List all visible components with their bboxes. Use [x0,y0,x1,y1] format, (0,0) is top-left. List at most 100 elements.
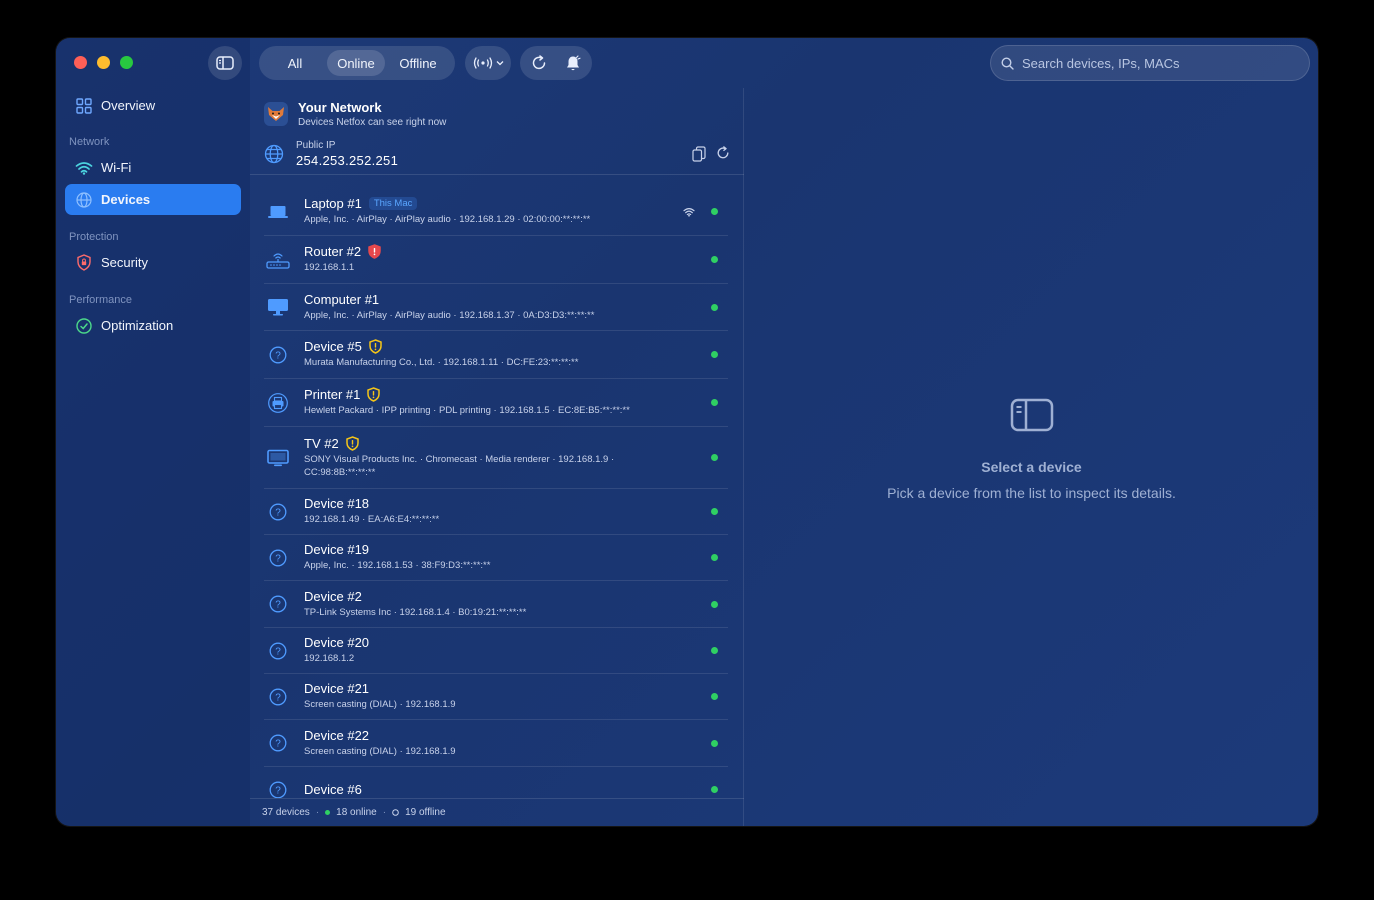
device-row[interactable]: Router #2 192.168.1.1 [264,236,728,284]
sidebar-item-overview[interactable]: Overview [65,90,241,121]
device-name-line: Device #6 [304,782,668,797]
device-info: Device #20 192.168.1.2 [304,635,668,666]
device-details: Screen casting (DIAL) · 192.168.1.9 [304,699,456,711]
device-details: 192.168.1.49 · EA:A6:E4:**:**:** [304,514,440,526]
device-name-line: Computer #1 [304,292,668,307]
online-count: 18 online [336,807,377,818]
device-name: Device #19 [304,542,370,558]
filter-all-button[interactable]: All [263,50,327,76]
section-header-network: Network [69,136,110,148]
notifications-icon[interactable] [565,54,581,72]
device-name: Device #22 [304,727,370,743]
device-info: Router #2 192.168.1.1 [304,244,668,275]
online-status-dot [711,351,718,358]
sidebar-item-security[interactable]: Security [65,247,241,278]
search-input[interactable] [1022,55,1292,71]
app-window: Overview Network Wi-Fi Devices Protectio… [56,38,1318,826]
device-name: Laptop #1 [304,196,362,212]
device-status [668,739,718,747]
search-icon [1001,56,1014,70]
device-row[interactable]: ? Device #6 [264,767,728,798]
online-status-dot [711,508,718,515]
unknown-device-icon: ? [264,549,292,567]
device-name-line: Device #5 [304,339,668,354]
section-header-performance: Performance [69,294,132,306]
device-info: TV #2 SONY Visual Products Inc. · Chromec… [304,436,668,479]
device-name: Device #2 [304,588,362,604]
device-row[interactable]: ? Device #19 Apple, Inc. · 192.168.1.53 · … [264,535,728,581]
device-row[interactable]: TV #2 SONY Visual Products Inc. · Chromec… [264,427,728,489]
device-name: Printer #1 [304,387,361,403]
refresh-icon[interactable] [716,146,730,160]
close-window-button[interactable] [74,56,87,69]
device-name-line: Device #19 [304,542,668,557]
device-status [668,647,718,654]
device-info: Device #21 Screen casting (DIAL) · 192.16… [304,681,668,712]
search-field[interactable] [990,45,1310,81]
zoom-window-button[interactable] [120,56,133,69]
device-name: Device #5 [304,339,362,355]
device-row[interactable]: ? Device #5 Murata Manufacturing Co., Ltd.… [264,331,728,379]
device-status [668,351,718,358]
device-status [668,454,718,461]
copy-icon[interactable] [692,146,706,162]
empty-state: Select a device Pick a device from the l… [745,398,1318,501]
filter-online-button[interactable]: Online [327,50,385,76]
device-name-line: Device #21 [304,681,668,696]
sidebar-item-label: Optimization [101,318,174,333]
tv-icon [264,449,292,467]
detail-panel: Select a device Pick a device from the l… [745,88,1318,826]
public-ip-row: Public IP 254.253.252.251 [264,140,730,168]
device-row[interactable]: Laptop #1 This Mac Apple, Inc. · AirPlay ·… [264,188,728,236]
device-name: Device #21 [304,681,370,697]
device-row[interactable]: ? Device #2 TP-Link Systems Inc · 192.168.… [264,581,728,628]
warning-shield-icon [368,244,381,260]
sidebar-item-wifi[interactable]: Wi-Fi [65,152,241,183]
device-row[interactable]: Printer #1 Hewlett Packard · IPP printing… [264,379,728,427]
sidebar-item-label: Devices [101,192,151,207]
device-name-line: Device #20 [304,635,668,650]
grid-icon [75,97,93,115]
svg-text:?: ? [275,553,281,564]
network-subtitle: Devices Netfox can see right now [298,117,447,128]
filter-offline-button[interactable]: Offline [385,50,451,76]
window-controls [74,56,133,69]
device-info: Device #18 192.168.1.49 · EA:A6:E4:**:**:… [304,496,668,527]
online-status-dot [711,208,718,215]
warning-shield-icon [345,436,359,451]
device-status [668,554,718,561]
sidebar-icon [216,56,234,70]
device-status [668,786,718,793]
device-info: Laptop #1 This Mac Apple, Inc. · AirPlay ·… [304,196,668,227]
laptop-icon [264,205,292,219]
sidebar-item-optimization[interactable]: Optimization [65,310,241,341]
minimize-window-button[interactable] [97,56,110,69]
device-row[interactable]: ? Device #20 192.168.1.2 [264,628,728,674]
online-status-dot [711,399,718,406]
device-row[interactable]: ? Device #21 Screen casting (DIAL) · 192.1… [264,674,728,720]
status-bar: 37 devices · 18 online · 19 offline [250,798,744,826]
online-status-dot [711,256,718,263]
broadcast-menu-button[interactable] [465,46,511,80]
unknown-device-icon: ? [264,503,292,521]
device-details: 192.168.1.1 [304,262,355,274]
device-status [668,693,718,700]
refresh-icon[interactable] [531,55,547,71]
offline-count: 19 offline [405,807,446,818]
online-status-dot [711,786,718,793]
wifi-icon [75,159,93,177]
device-name: TV #2 [304,436,339,451]
device-row[interactable]: ? Device #18 192.168.1.49 · EA:A6:E4:**:**… [264,489,728,535]
device-status [668,399,718,406]
sidebar: Overview Network Wi-Fi Devices Protectio… [56,38,250,826]
device-name: Device #18 [304,496,370,512]
offline-circle-icon [392,809,399,816]
unknown-device-icon: ? [264,781,292,799]
device-info: Printer #1 Hewlett Packard · IPP printing… [304,387,668,418]
device-row[interactable]: Computer #1 Apple, Inc. · AirPlay · AirPl… [264,284,728,331]
sidebar-toggle-button[interactable] [208,46,242,80]
sidebar-item-devices[interactable]: Devices [65,184,241,215]
sidebar-item-label: Security [101,255,148,270]
device-row[interactable]: ? Device #22 Screen casting (DIAL) · 192.1… [264,720,728,767]
warning-shield-icon [369,339,382,355]
